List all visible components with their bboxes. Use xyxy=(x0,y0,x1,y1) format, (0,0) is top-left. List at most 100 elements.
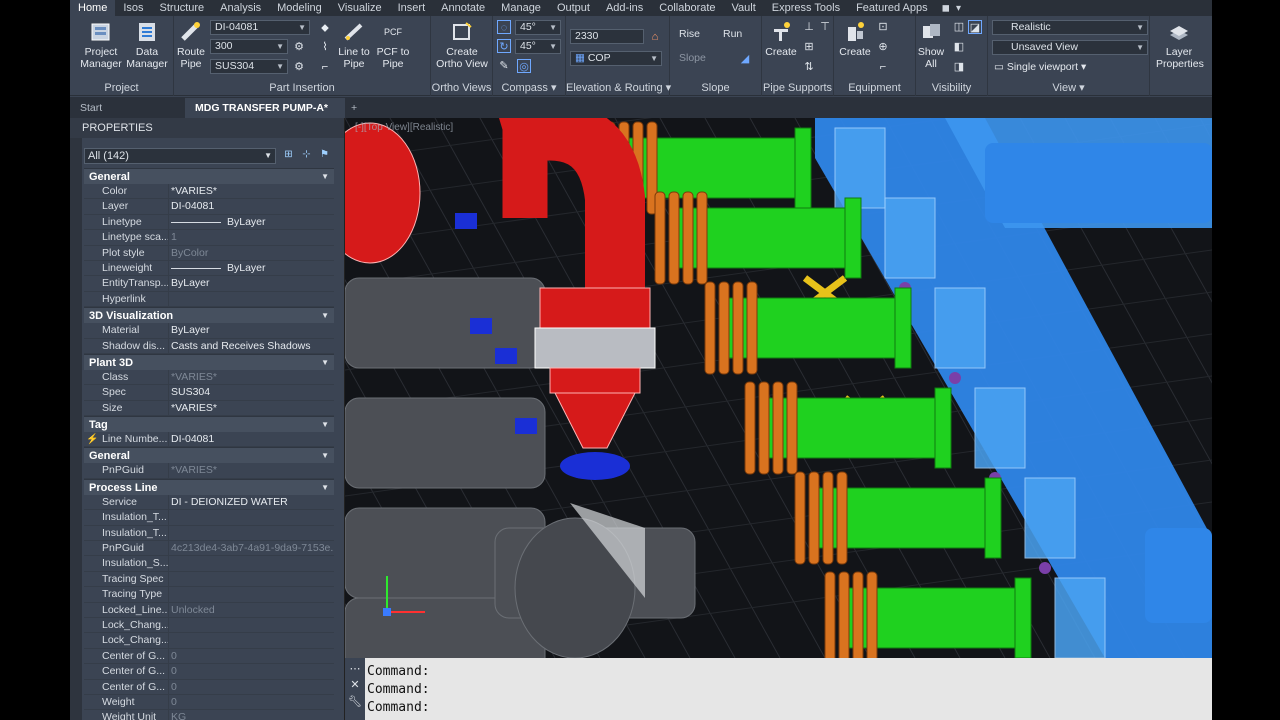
start-tab[interactable]: Start xyxy=(70,98,185,118)
property-value[interactable]: DI-04081 xyxy=(169,432,334,446)
property-value[interactable] xyxy=(169,510,334,524)
collapse-icon[interactable]: ▼ xyxy=(321,355,329,371)
viewport-config-button[interactable]: ▭ Single viewport ▾ xyxy=(994,61,1086,73)
line-to-pipe-button[interactable]: Line to Pipe xyxy=(334,20,374,70)
property-row[interactable]: Linetype ByLayer xyxy=(84,214,334,231)
property-value[interactable]: Casts and Receives Shadows xyxy=(169,339,334,353)
property-value[interactable]: DI - DEIONIZED WATER xyxy=(169,495,334,509)
route-pipe-button[interactable]: Route Pipe xyxy=(176,20,206,70)
selection-dropdown[interactable]: All (142) ▼ xyxy=(84,148,276,164)
collapse-icon[interactable]: ▼ xyxy=(321,480,329,496)
property-value[interactable]: 0 xyxy=(169,649,334,663)
create-equipment-button[interactable]: Create xyxy=(838,20,872,58)
property-value[interactable]: ByLayer xyxy=(169,323,334,337)
property-row[interactable]: Lock_Chang... xyxy=(84,633,334,649)
size-settings-icon[interactable]: ⚙ xyxy=(292,40,306,54)
equipment-nozzle-icon[interactable]: ⊕ xyxy=(876,40,890,54)
property-value[interactable]: SUS304 xyxy=(169,385,334,399)
ribbon-tab-collaborate[interactable]: Collaborate xyxy=(651,0,723,16)
pin-icon[interactable]: ◼ xyxy=(942,3,950,14)
property-row[interactable]: Insulation_S... xyxy=(84,556,334,572)
ribbon-tab-featured-apps[interactable]: Featured Apps xyxy=(848,0,936,16)
tag-icon[interactable]: ⬥ xyxy=(318,21,332,35)
ribbon-tab-output[interactable]: Output xyxy=(549,0,598,16)
support-move-icon[interactable]: ⇅ xyxy=(802,60,816,74)
property-row[interactable]: Linetype sca... 1 xyxy=(84,230,334,246)
project-manager-button[interactable]: Project Manager xyxy=(80,20,122,70)
property-value[interactable]: *VARIES* xyxy=(169,370,334,384)
quick-select-icon[interactable]: ⚑ xyxy=(318,148,331,161)
property-value[interactable]: ByColor xyxy=(169,246,334,260)
property-row[interactable]: Color *VARIES* xyxy=(84,184,334,200)
section-plant-3d[interactable]: Plant 3D ▼ xyxy=(84,353,334,371)
property-value[interactable] xyxy=(169,618,334,632)
compass-angle-dropdown-1[interactable]: 45° ▼ xyxy=(515,20,561,35)
select-objects-icon[interactable]: ⊹ xyxy=(300,148,313,161)
property-value[interactable]: 0 xyxy=(169,664,334,678)
property-value[interactable]: 0 xyxy=(169,695,334,709)
named-view-dropdown[interactable]: Unsaved View ▼ xyxy=(992,40,1148,55)
section-3d-visualization[interactable]: 3D Visualization ▼ xyxy=(84,307,334,324)
equipment-modify-icon[interactable]: ⊡ xyxy=(876,20,890,34)
hide-icon[interactable]: ◪ xyxy=(968,20,982,34)
property-row[interactable]: Insulation_T... xyxy=(84,510,334,526)
property-row[interactable]: Tracing Type xyxy=(84,587,334,603)
compass-snap-icon[interactable]: ↻ xyxy=(497,39,511,53)
section-tag[interactable]: Tag ▼ xyxy=(84,416,334,433)
property-row[interactable]: Layer DI-04081 xyxy=(84,199,334,215)
new-tab-button[interactable]: + xyxy=(345,98,369,118)
collapse-icon[interactable]: ▼ xyxy=(321,169,329,185)
ribbon-tab-vault[interactable]: Vault xyxy=(724,0,764,16)
align-icon[interactable]: ⌐ xyxy=(318,60,332,74)
drawing-tab-active[interactable]: MDG TRANSFER PUMP-A* xyxy=(185,98,345,118)
ribbon-tab-insert[interactable]: Insert xyxy=(390,0,434,16)
support-attach-icon[interactable]: ⊤ xyxy=(818,20,832,34)
create-pipe-support-button[interactable]: Create xyxy=(764,20,798,58)
ribbon-tab-add-ins[interactable]: Add-ins xyxy=(598,0,651,16)
property-row[interactable]: Weight Unit KG xyxy=(84,710,334,720)
panel-compass-title[interactable]: Compass ▾ xyxy=(493,81,565,94)
ribbon-tab-isos[interactable]: Isos xyxy=(115,0,151,16)
slope-toggle-icon[interactable]: ◢ xyxy=(738,52,752,66)
layer-properties-button[interactable]: Layer Properties xyxy=(1156,20,1204,70)
property-value[interactable]: ByLayer xyxy=(169,215,334,229)
property-row[interactable]: Center of G... 0 xyxy=(84,679,334,695)
size-dropdown[interactable]: 300 ▼ xyxy=(210,39,288,54)
rise-input[interactable]: Rise xyxy=(674,27,714,42)
create-ortho-view-button[interactable]: Create Ortho View xyxy=(433,20,491,70)
property-row[interactable]: PnPGuid 4c213de4-3ab7-4a91-9da9-7153e... xyxy=(84,541,334,557)
property-row[interactable]: Insulation_T... xyxy=(84,525,334,542)
property-value[interactable]: *VARIES* xyxy=(169,184,334,198)
3d-piping-model[interactable] xyxy=(345,118,1212,658)
property-row[interactable]: Plot style ByColor xyxy=(84,245,334,261)
collapse-icon[interactable]: ▼ xyxy=(321,417,329,433)
property-value[interactable]: 1 xyxy=(169,230,334,244)
compass-toggle-icon[interactable]: ◌ xyxy=(497,20,511,34)
property-row[interactable]: Tracing Spec xyxy=(84,571,334,588)
elevation-input[interactable]: 2330 xyxy=(570,29,644,44)
cop-dropdown[interactable]: ▦ COP ▼ xyxy=(570,51,662,66)
property-row[interactable]: Lineweight ByLayer xyxy=(84,260,334,277)
collapse-icon[interactable]: ▼ xyxy=(321,448,329,464)
property-value[interactable]: ByLayer xyxy=(169,276,334,290)
property-value[interactable]: KG xyxy=(169,710,334,720)
property-value[interactable]: *VARIES* xyxy=(169,401,334,415)
property-value[interactable]: 4c213de4-3ab7-4a91-9da9-7153e... xyxy=(169,541,334,555)
pcf-to-pipe-button[interactable]: PCF PCF to Pipe xyxy=(375,20,411,70)
support-list-icon[interactable]: ⊞ xyxy=(802,40,816,54)
ribbon-tab-visualize[interactable]: Visualize xyxy=(330,0,390,16)
compass-direction-icon[interactable]: ✎ xyxy=(497,59,511,73)
spec-settings-icon[interactable]: ⚙ xyxy=(292,60,306,74)
collapse-icon[interactable]: ▼ xyxy=(321,308,329,324)
property-row[interactable]: Class *VARIES* xyxy=(84,369,334,386)
property-value[interactable] xyxy=(169,587,334,601)
toggle-pickadd-icon[interactable]: ⊞ xyxy=(282,148,295,161)
property-value[interactable] xyxy=(169,292,334,306)
property-row[interactable]: Material ByLayer xyxy=(84,323,334,339)
ribbon-tab-structure[interactable]: Structure xyxy=(152,0,213,16)
minimize-ribbon-icon[interactable]: ▾ xyxy=(956,3,961,14)
grip-icon[interactable]: ⋯ xyxy=(345,662,365,675)
close-icon[interactable]: ✕ xyxy=(345,678,365,691)
section-general[interactable]: General ▼ xyxy=(84,168,334,184)
property-row[interactable]: Center of G... 0 xyxy=(84,648,334,665)
